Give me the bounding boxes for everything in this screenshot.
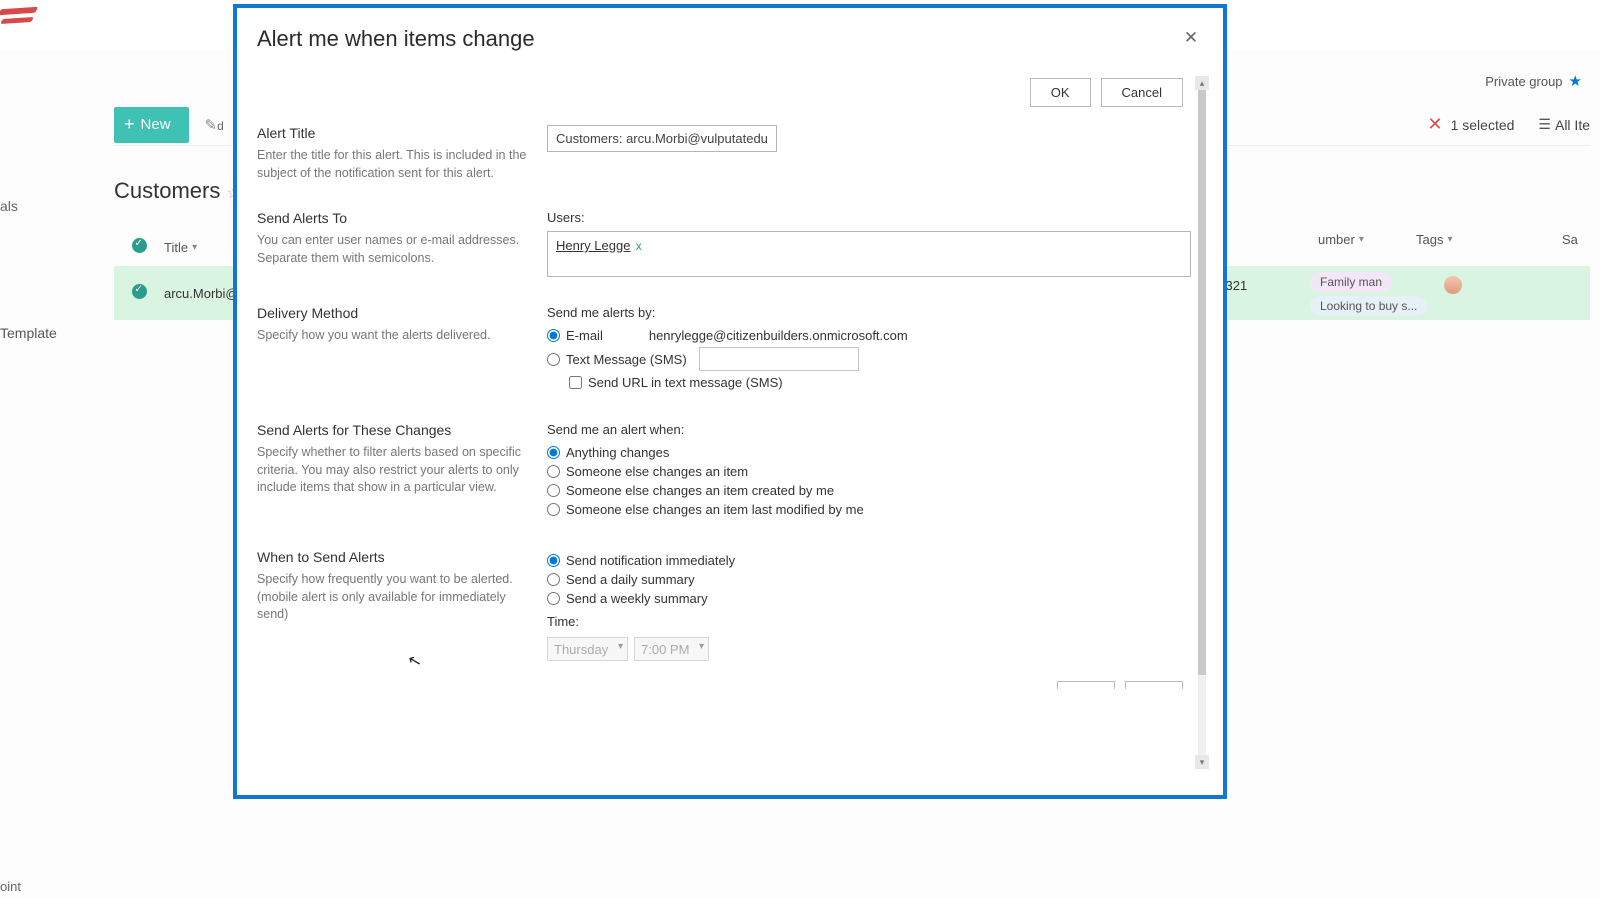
plus-icon: +	[124, 114, 135, 135]
delivery-email-value: henrylegge@citizenbuilders.onmicrosoft.c…	[649, 328, 908, 343]
group-privacy-label: Private group★	[1485, 72, 1582, 90]
section-changes: Send Alerts for These Changes Specify wh…	[257, 422, 1191, 521]
change-any-radio[interactable]	[547, 446, 560, 459]
scroll-up-icon[interactable]: ▴	[1195, 76, 1209, 90]
when-immediate-label: Send notification immediately	[566, 553, 735, 568]
select-all-check[interactable]	[132, 238, 147, 253]
deselect-icon[interactable]: ✕	[1428, 114, 1443, 135]
tag-pill: Family man	[1310, 272, 1392, 292]
delivery-label: Delivery Method	[257, 305, 527, 321]
scroll-track[interactable]	[1198, 90, 1206, 755]
bottom-fragment: oint	[0, 879, 21, 894]
cancel-button-bottom[interactable]	[1125, 681, 1183, 689]
delivery-email-radio[interactable]	[547, 329, 560, 342]
scrollbar[interactable]: ▴ ▾	[1195, 76, 1209, 769]
change-created-label: Someone else changes an item created by …	[566, 483, 834, 498]
send-url-label: Send URL in text message (SMS)	[588, 375, 783, 390]
edit-icon[interactable]: ✎d	[205, 116, 224, 134]
row-tags-cell: Family man Looking to buy s...	[1310, 270, 1427, 318]
delivery-sms-radio[interactable]	[547, 353, 560, 366]
tag-pill: Looking to buy s...	[1310, 296, 1427, 316]
day-select[interactable]: Thursday	[547, 637, 628, 661]
star-icon: ★	[1569, 73, 1582, 90]
app-logo	[0, 0, 40, 30]
changes-subhead: Send me an alert when:	[547, 422, 1191, 437]
delivery-subhead: Send me alerts by:	[547, 305, 1191, 320]
column-tags[interactable]: Tags ▾	[1416, 232, 1453, 247]
when-weekly-radio[interactable]	[547, 592, 560, 605]
chevron-down-icon: ▾	[192, 242, 197, 253]
remove-user-icon[interactable]: x	[632, 239, 641, 253]
change-any-label: Anything changes	[566, 445, 669, 460]
change-else-radio[interactable]	[547, 465, 560, 478]
users-input[interactable]: Henry Legge x	[547, 231, 1191, 277]
alert-title-desc: Enter the title for this alert. This is …	[257, 147, 527, 182]
send-to-label: Send Alerts To	[257, 210, 527, 226]
when-desc: Specify how frequently you want to be al…	[257, 571, 527, 624]
dialog-title: Alert me when items change	[257, 26, 1211, 52]
section-delivery: Delivery Method Specify how you want the…	[257, 305, 1191, 394]
section-when: When to Send Alerts Specify how frequent…	[257, 549, 1191, 661]
alert-title-input[interactable]	[547, 125, 777, 152]
column-title[interactable]: Title ▾	[164, 240, 197, 255]
left-nav-template[interactable]: Template	[0, 325, 57, 341]
sms-number-input[interactable]	[699, 347, 859, 371]
close-icon[interactable]: ✕	[1179, 26, 1203, 50]
scroll-thumb[interactable]	[1198, 90, 1206, 675]
column-number[interactable]: umber ▾	[1318, 232, 1364, 247]
change-created-radio[interactable]	[547, 484, 560, 497]
when-immediate-radio[interactable]	[547, 554, 560, 567]
delivery-sms-label: Text Message (SMS)	[566, 352, 687, 367]
alert-dialog: Alert me when items change ✕ ▴ ▾ OK Canc…	[233, 4, 1227, 799]
scroll-down-icon[interactable]: ▾	[1195, 755, 1209, 769]
alert-title-label: Alert Title	[257, 125, 527, 141]
change-else-label: Someone else changes an item	[566, 464, 748, 479]
changes-label: Send Alerts for These Changes	[257, 422, 527, 438]
change-modified-radio[interactable]	[547, 503, 560, 516]
list-title: Customers☆	[114, 178, 241, 204]
avatar	[1444, 276, 1462, 294]
view-selector[interactable]: All Ite	[1555, 117, 1590, 133]
left-nav-fragment: als	[0, 198, 70, 214]
ok-button-bottom[interactable]	[1057, 681, 1115, 689]
users-label: Users:	[547, 210, 1191, 225]
chevron-down-icon: ▾	[1359, 234, 1364, 245]
column-sa[interactable]: Sa	[1562, 232, 1578, 247]
hamburger-icon[interactable]: ☰	[1538, 116, 1551, 133]
when-daily-radio[interactable]	[547, 573, 560, 586]
changes-desc: Specify whether to filter alerts based o…	[257, 444, 527, 497]
delivery-email-label: E-mail	[566, 328, 603, 343]
time-label: Time:	[547, 614, 1191, 629]
section-alert-title: Alert Title Enter the title for this ale…	[257, 125, 1191, 182]
send-url-checkbox[interactable]	[569, 376, 582, 389]
new-button[interactable]: + New	[114, 107, 189, 143]
row-title-cell: arcu.Morbi@	[164, 286, 239, 301]
when-label: When to Send Alerts	[257, 549, 527, 565]
user-chip[interactable]: Henry Legge	[556, 238, 630, 253]
chevron-down-icon: ▾	[1447, 234, 1452, 245]
send-to-desc: You can enter user names or e-mail addre…	[257, 232, 527, 267]
time-select[interactable]: 7:00 PM	[634, 637, 709, 661]
when-weekly-label: Send a weekly summary	[566, 591, 708, 606]
ok-button[interactable]: OK	[1030, 78, 1091, 107]
selected-count: 1 selected	[1451, 117, 1515, 133]
delivery-desc: Specify how you want the alerts delivere…	[257, 327, 527, 345]
cancel-button[interactable]: Cancel	[1101, 78, 1183, 107]
row-checked-icon[interactable]	[132, 284, 147, 299]
change-modified-label: Someone else changes an item last modifi…	[566, 502, 864, 517]
when-daily-label: Send a daily summary	[566, 572, 695, 587]
section-send-to: Send Alerts To You can enter user names …	[257, 210, 1191, 277]
